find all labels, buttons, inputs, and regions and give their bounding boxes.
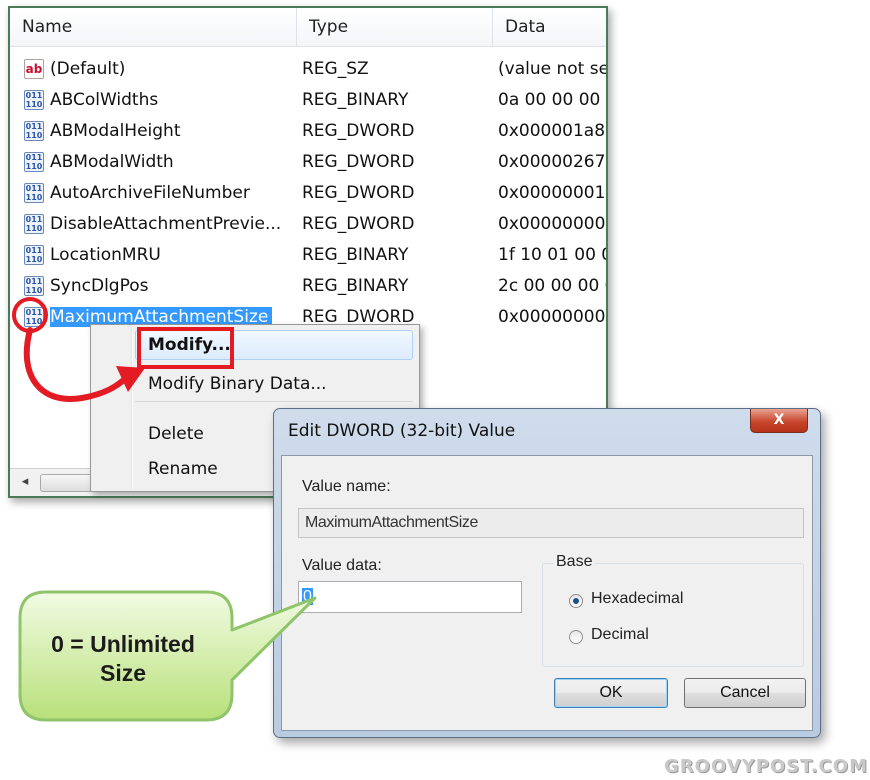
row-type: REG_SZ	[302, 59, 369, 79]
registry-row[interactable]: ab (Default) REG_SZ (value not se	[10, 54, 608, 84]
row-type: REG_DWORD	[302, 214, 415, 234]
row-data: 0x000001a8 (4	[498, 121, 606, 141]
binary-value-icon: 011 110	[24, 214, 44, 234]
row-type: REG_DWORD	[302, 152, 415, 172]
highlight-circle-icon	[12, 297, 48, 333]
value-data-input[interactable]: 0	[298, 581, 522, 613]
row-data: 2c 00 00 00 00	[498, 276, 606, 296]
menu-item-rename[interactable]: Rename	[148, 454, 218, 484]
row-name: ABModalHeight	[50, 121, 181, 141]
value-name-label: Value name:	[302, 478, 391, 495]
menu-separator	[135, 401, 413, 402]
column-header-bar: Name Type Data	[10, 8, 606, 47]
registry-row[interactable]: 011 110 ABModalWidth REG_DWORD 0x0000026…	[10, 147, 606, 177]
dialog-title: Edit DWORD (32-bit) Value	[288, 421, 516, 441]
row-name: SyncDlgPos	[50, 276, 149, 296]
binary-value-icon: 011 110	[24, 152, 44, 172]
menu-item-delete[interactable]: Delete	[148, 419, 204, 449]
binary-value-icon: 011 110	[24, 276, 44, 296]
row-data: 0x00000001 (1	[498, 183, 606, 203]
row-name: ABColWidths	[50, 90, 159, 110]
hexadecimal-radio[interactable]	[569, 594, 583, 608]
column-header-type[interactable]: Type	[297, 8, 493, 46]
binary-value-icon: 011 110	[24, 90, 44, 110]
registry-row[interactable]: 011 110 DisableAttachmentPrevie... REG_D…	[10, 209, 606, 239]
registry-row[interactable]: 011 110 ABColWidths REG_BINARY 0a 00 00 …	[10, 85, 606, 115]
callout-line-1: 0 = Unlimited	[51, 631, 195, 657]
hexadecimal-label[interactable]: Hexadecimal	[591, 590, 683, 608]
row-name: LocationMRU	[50, 245, 161, 265]
menu-item-modify-binary[interactable]: Modify Binary Data...	[148, 369, 327, 399]
menu-gutter	[131, 327, 133, 489]
row-type: REG_BINARY	[302, 276, 409, 296]
row-type: REG_DWORD	[302, 121, 415, 141]
row-name: AutoArchiveFileNumber	[50, 183, 250, 203]
edit-dword-dialog: Edit DWORD (32-bit) Value X Value name: …	[273, 408, 821, 738]
callout-line-2: Size	[99, 660, 147, 686]
column-header-data[interactable]: Data	[493, 8, 606, 46]
binary-value-icon: 011 110	[24, 245, 44, 265]
dialog-body: Value name: MaximumAttachmentSize Value …	[281, 455, 813, 731]
callout-text: 0 = Unlimited Size	[28, 630, 218, 688]
decimal-label[interactable]: Decimal	[591, 626, 649, 644]
value-name-field: MaximumAttachmentSize	[298, 508, 804, 538]
string-value-icon: ab	[24, 59, 44, 79]
value-data-label: Value data:	[302, 557, 382, 574]
binary-value-icon: 011 110	[24, 121, 44, 141]
ok-button[interactable]: OK	[554, 678, 668, 708]
close-button[interactable]: X	[750, 409, 808, 433]
registry-row[interactable]: 011 110 SyncDlgPos REG_BINARY 2c 00 00 0…	[10, 271, 606, 301]
row-type: REG_DWORD	[302, 183, 415, 203]
row-data: 0x00000000 (0	[498, 214, 606, 234]
row-data: 0x00000000 (0	[498, 307, 606, 327]
cancel-button[interactable]: Cancel	[684, 678, 806, 708]
row-data: 0a 00 00 00 c2	[498, 90, 606, 110]
row-name: (Default)	[50, 59, 126, 79]
registry-row[interactable]: 011 110 AutoArchiveFileNumber REG_DWORD …	[10, 178, 606, 208]
binary-value-icon: 011 110	[24, 183, 44, 203]
registry-row[interactable]: 011 110 LocationMRU REG_BINARY 1f 10 01 …	[10, 240, 606, 270]
base-group: Base Hexadecimal Decimal	[542, 553, 804, 667]
highlight-box-modify	[137, 327, 234, 369]
column-header-name[interactable]: Name	[10, 8, 296, 46]
row-name: ABModalWidth	[50, 152, 174, 172]
base-label: Base	[553, 553, 596, 571]
scroll-left-arrow-icon[interactable]: ◂	[16, 473, 34, 491]
registry-row[interactable]: 011 110 ABModalHeight REG_DWORD 0x000001…	[10, 116, 606, 146]
row-name: DisableAttachmentPrevie...	[50, 214, 282, 234]
row-data: (value not se	[498, 59, 608, 79]
row-data: 1f 10 01 00 00	[498, 245, 606, 265]
decimal-radio[interactable]	[569, 630, 583, 644]
value-data-text: 0	[302, 588, 313, 605]
row-data: 0x00000267 (6	[498, 152, 606, 172]
row-type: REG_BINARY	[302, 245, 409, 265]
watermark-logo: GROOVYPOST.COM	[664, 756, 868, 777]
row-type: REG_BINARY	[302, 90, 409, 110]
